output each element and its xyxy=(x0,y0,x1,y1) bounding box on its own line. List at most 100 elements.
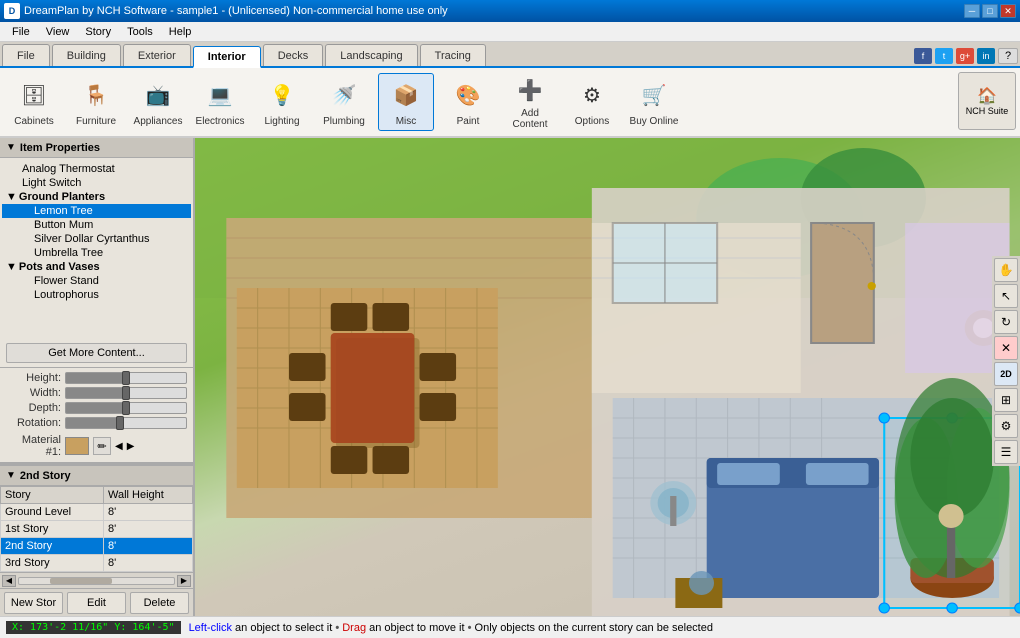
story-row-ground[interactable]: Ground Level 8' xyxy=(1,504,193,521)
tree-item-light-switch[interactable]: Light Switch xyxy=(2,176,191,190)
tree-item-silver-dollar[interactable]: Silver Dollar Cyrtanthus xyxy=(2,232,191,246)
depth-row: Depth: xyxy=(6,402,187,414)
story-row-2nd[interactable]: 2nd Story 8' xyxy=(1,538,193,555)
twitter-btn[interactable]: t xyxy=(935,48,953,64)
width-slider[interactable] xyxy=(65,387,187,399)
buy-online-icon: 🛒 xyxy=(636,78,672,114)
material-arrow-right[interactable]: ▶ xyxy=(127,441,135,452)
tab-tracing[interactable]: Tracing xyxy=(420,44,486,66)
settings-tool-button[interactable]: ⚙ xyxy=(994,414,1018,438)
tree-item-button-mum[interactable]: Button Mum xyxy=(2,218,191,232)
tree-item-lemon-tree[interactable]: Lemon Tree xyxy=(2,204,191,218)
tool-lighting[interactable]: 💡 Lighting xyxy=(254,73,310,131)
tab-decks[interactable]: Decks xyxy=(263,44,324,66)
titlebar-controls[interactable]: ─ □ ✕ xyxy=(964,4,1016,18)
hscroll-left-btn[interactable]: ◀ xyxy=(2,575,16,587)
tool-cabinets[interactable]: 🗄 Cabinets xyxy=(6,73,62,131)
tool-misc[interactable]: 📦 Misc xyxy=(378,73,434,131)
menu-story[interactable]: Story xyxy=(77,24,119,40)
maximize-button[interactable]: □ xyxy=(982,4,998,18)
paint-icon: 🎨 xyxy=(450,78,486,114)
story-cell-3rd-height: 8' xyxy=(104,555,193,572)
story-cell-2nd-name: 2nd Story xyxy=(1,538,104,555)
tab-landscaping[interactable]: Landscaping xyxy=(325,44,417,66)
new-story-button[interactable]: New Stor xyxy=(4,592,63,614)
paint-label: Paint xyxy=(457,116,480,127)
tool-furniture[interactable]: 🪑 Furniture xyxy=(68,73,124,131)
story-horizontal-scrollbar[interactable]: ◀ ▶ xyxy=(0,572,193,588)
orbit-tool-button[interactable]: ↻ xyxy=(994,310,1018,334)
tool-options[interactable]: ⚙ Options xyxy=(564,73,620,131)
height-slider[interactable] xyxy=(65,372,187,384)
story-table-container: Story Wall Height Ground Level 8' 1st St… xyxy=(0,486,193,572)
tool-add-content[interactable]: ➕ Add Content xyxy=(502,73,558,131)
tree-item-umbrella-tree[interactable]: Umbrella Tree xyxy=(2,246,191,260)
material-swatch[interactable] xyxy=(65,437,89,455)
width-label: Width: xyxy=(6,387,61,399)
hscroll-track[interactable] xyxy=(18,577,175,585)
linkedin-btn[interactable]: in xyxy=(977,48,995,64)
properties-fields: Height: Width: Depth: Rotation: xyxy=(0,367,193,462)
minimize-button[interactable]: ─ xyxy=(964,4,980,18)
tree-group-ground-planters[interactable]: ▼ Ground Planters xyxy=(2,190,191,204)
hand-tool-button[interactable]: ✋ xyxy=(994,258,1018,282)
help-button[interactable]: ? xyxy=(998,48,1018,64)
material-row: Material #1: ✏ ◀ ▶ xyxy=(6,434,187,458)
tool-paint[interactable]: 🎨 Paint xyxy=(440,73,496,131)
2d-view-button[interactable]: 2D xyxy=(994,362,1018,386)
story-cell-2nd-height: 8' xyxy=(104,538,193,555)
tree-group-pots-vases[interactable]: ▼ Pots and Vases xyxy=(2,260,191,274)
cursor-tool-button[interactable]: ↖ xyxy=(994,284,1018,308)
appliances-icon: 📺 xyxy=(140,78,176,114)
group-expand-icon: ▼ xyxy=(6,191,17,203)
left-panel: ▼ Item Properties Analog Thermostat Ligh… xyxy=(0,138,195,616)
menu-view[interactable]: View xyxy=(38,24,78,40)
tab-building[interactable]: Building xyxy=(52,44,121,66)
hscroll-right-btn[interactable]: ▶ xyxy=(177,575,191,587)
delete-tool-button[interactable]: ✕ xyxy=(994,336,1018,360)
depth-slider[interactable] xyxy=(65,402,187,414)
menu-file[interactable]: File xyxy=(4,24,38,40)
tree-item-analog-thermostat[interactable]: Analog Thermostat xyxy=(2,162,191,176)
nch-suite-button[interactable]: 🏠 NCH Suite xyxy=(958,72,1016,130)
story-row-1st[interactable]: 1st Story 8' xyxy=(1,521,193,538)
rotation-slider[interactable] xyxy=(65,417,187,429)
layers-button[interactable]: ⊞ xyxy=(994,388,1018,412)
tree-item-flower-stand[interactable]: Flower Stand xyxy=(2,274,191,288)
appliances-label: Appliances xyxy=(134,116,183,127)
edit-button[interactable]: Edit xyxy=(67,592,126,614)
google-btn[interactable]: g+ xyxy=(956,48,974,64)
material-edit-button[interactable]: ✏ xyxy=(93,437,111,455)
story-collapse[interactable]: ▼ xyxy=(6,470,16,481)
tool-electronics[interactable]: 💻 Electronics xyxy=(192,73,248,131)
material-label: Material #1: xyxy=(6,434,61,458)
tool-buy-online[interactable]: 🛒 Buy Online xyxy=(626,73,682,131)
lighting-icon: 💡 xyxy=(264,78,300,114)
menubar: File View Story Tools Help xyxy=(0,22,1020,42)
tree-item-loutrophorus[interactable]: Loutrophorus xyxy=(2,288,191,302)
item-properties-collapse[interactable]: ▼ xyxy=(6,142,16,153)
menu-tools[interactable]: Tools xyxy=(119,24,161,40)
hscroll-thumb xyxy=(50,578,112,584)
electronics-icon: 💻 xyxy=(202,78,238,114)
titlebar-left: D DreamPlan by NCH Software - sample1 - … xyxy=(4,3,448,19)
3d-view-area[interactable]: ✋ ↖ ↻ ✕ 2D ⊞ ⚙ ☰ xyxy=(195,138,1020,616)
get-more-content-button[interactable]: Get More Content... xyxy=(6,343,187,363)
statusbar: X: 173'-2 11/16" Y: 164'-5" Left-click a… xyxy=(0,616,1020,638)
cabinets-label: Cabinets xyxy=(14,116,53,127)
delete-button[interactable]: Delete xyxy=(130,592,189,614)
tool-plumbing[interactable]: 🚿 Plumbing xyxy=(316,73,372,131)
tool-appliances[interactable]: 📺 Appliances xyxy=(130,73,186,131)
close-button[interactable]: ✕ xyxy=(1000,4,1016,18)
tab-interior[interactable]: Interior xyxy=(193,46,261,68)
lighting-label: Lighting xyxy=(264,116,299,127)
tabbar-right: f t g+ in ? xyxy=(914,48,1018,66)
material-arrow-left[interactable]: ◀ xyxy=(115,441,123,452)
story-row-3rd[interactable]: 3rd Story 8' xyxy=(1,555,193,572)
facebook-btn[interactable]: f xyxy=(914,48,932,64)
story-cell-1st-height: 8' xyxy=(104,521,193,538)
menu-help[interactable]: Help xyxy=(161,24,200,40)
tab-file[interactable]: File xyxy=(2,44,50,66)
menu-tool-button[interactable]: ☰ xyxy=(994,440,1018,464)
tab-exterior[interactable]: Exterior xyxy=(123,44,191,66)
